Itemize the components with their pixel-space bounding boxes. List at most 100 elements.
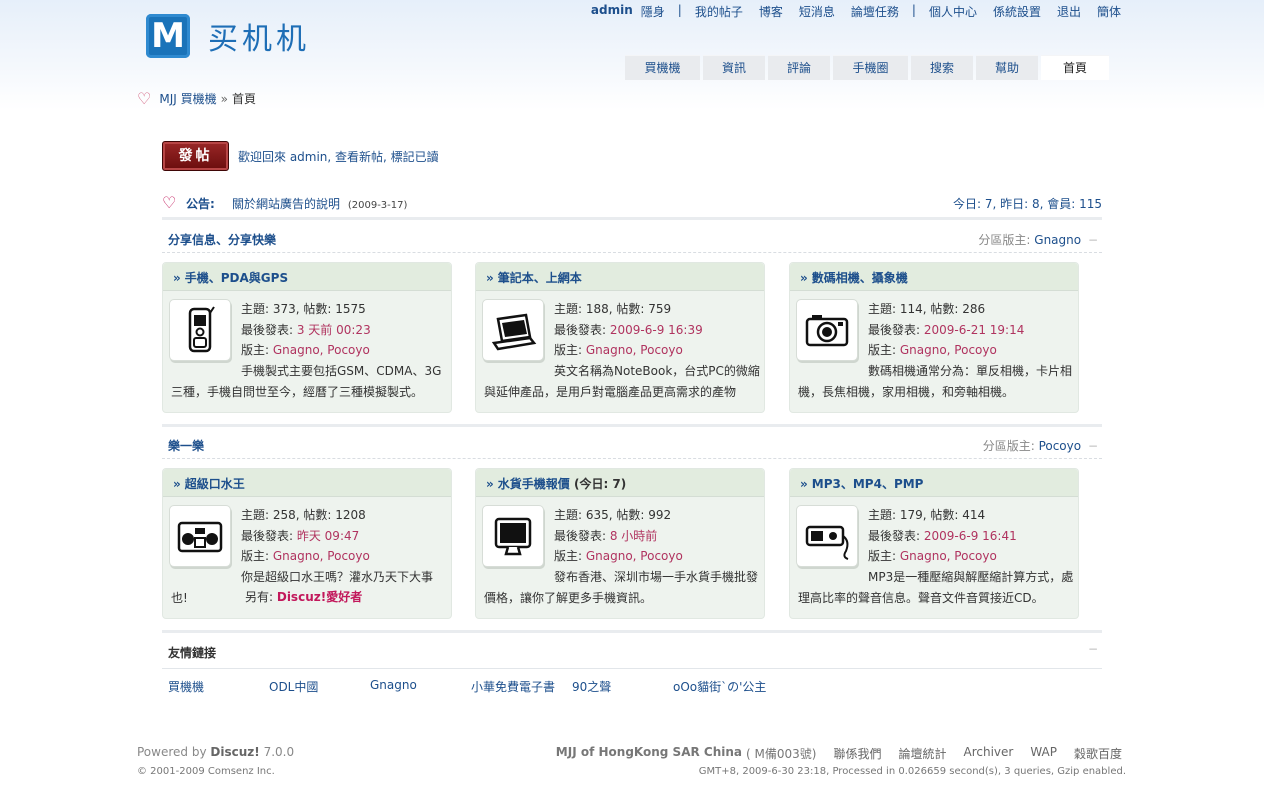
profile-center-link[interactable]: 個人中心 <box>929 3 977 20</box>
moderators-label: 版主: <box>554 343 586 357</box>
forum-last-post: 最後發表: 2009-6-9 16:39 <box>554 320 762 341</box>
forum-moderators: 版主: Gnagno, Pocoyo <box>554 546 762 567</box>
forum-stats: 主題: 373, 帖數: 1575 最後發表: 3 天前 00:23 版主: G… <box>241 299 449 361</box>
section-title[interactable]: 分享信息、分享快樂 <box>168 231 276 248</box>
moderators-links[interactable]: Gnagno, Pocoyo <box>586 549 683 563</box>
logo-text: 买机机 <box>208 22 310 57</box>
subforum-link[interactable]: Discuz!愛好者 <box>277 590 362 604</box>
wap-link[interactable]: WAP <box>1030 745 1057 762</box>
logout-link[interactable]: 退出 <box>1057 3 1081 20</box>
friend-link[interactable]: 買機機 <box>168 678 204 695</box>
forum-last-post: 最後發表: 2009-6-9 16:41 <box>868 526 1076 547</box>
forum-moderators: 版主: Gnagno, Pocoyo <box>241 546 449 567</box>
section-title[interactable]: 樂一樂 <box>168 437 204 454</box>
collapse-icon[interactable]: − <box>1088 439 1098 453</box>
site-name-link[interactable]: MJJ of HongKong SAR China <box>556 745 742 762</box>
moderator-name[interactable]: Gnagno <box>1034 233 1081 247</box>
last-post-link[interactable]: 2009-6-21 19:14 <box>924 323 1025 337</box>
forum-title[interactable]: » 數碼相機、攝象機 <box>790 263 1078 291</box>
moderators-links[interactable]: Gnagno, Pocoyo <box>586 343 683 357</box>
collapse-icon[interactable]: − <box>1088 642 1098 656</box>
breadcrumb: ♡ MJJ 買機機 » 首頁 <box>137 89 256 108</box>
moderators-label: 版主: <box>241 549 273 563</box>
discuz-link[interactable]: Discuz! <box>210 745 259 759</box>
my-posts-link[interactable]: 我的帖子 <box>695 3 743 20</box>
tasks-link[interactable]: 論壇任務 <box>851 3 899 20</box>
divider <box>162 424 1102 427</box>
moderators-links[interactable]: Gnagno, Pocoyo <box>900 343 997 357</box>
tab-home[interactable]: 首頁 <box>1041 55 1109 80</box>
forum-last-post: 最後發表: 8 小時前 <box>554 526 762 547</box>
blog-link[interactable]: 博客 <box>759 3 783 20</box>
last-post-label: 最後發表: <box>554 528 610 543</box>
forum-name[interactable]: 水貨手機報價 <box>498 477 570 491</box>
forum-stats: 主題: 114, 帖數: 286 最後發表: 2009-6-21 19:14 版… <box>868 299 1076 361</box>
laptop-icon[interactable] <box>482 299 544 361</box>
username-link[interactable]: admin <box>591 3 633 20</box>
tab-help[interactable]: 幫助 <box>976 55 1038 80</box>
forum-name[interactable]: 筆記本、上網本 <box>498 271 582 285</box>
moderator-name[interactable]: Pocoyo <box>1039 439 1082 453</box>
moderators-links[interactable]: Gnagno, Pocoyo <box>900 549 997 563</box>
tab-phone-circle[interactable]: 手機圈 <box>833 55 908 80</box>
user-menu: admin 隱身 | 我的帖子 博客 短消息 論壇任務 | 個人中心 係統設置 … <box>591 3 1121 20</box>
friend-link[interactable]: Gnagno <box>370 678 417 692</box>
welcome-text[interactable]: 歡迎回來 admin, 查看新帖, 標記已讀 <box>238 148 439 165</box>
contact-link[interactable]: 聯係我們 <box>833 745 881 762</box>
forum-title[interactable]: » 水貨手機報價 (今日: 7) <box>476 469 764 497</box>
last-post-link[interactable]: 2009-6-9 16:41 <box>924 529 1017 543</box>
mp3-player-icon[interactable] <box>796 505 858 567</box>
site-logo[interactable]: M 买机机 <box>146 14 310 58</box>
last-post-link[interactable]: 8 小時前 <box>610 529 657 543</box>
moderators-label: 版主: <box>241 343 273 357</box>
forum-title[interactable]: » 超級口水王 <box>163 469 451 497</box>
google-baidu-link[interactable]: 穀歌百度 <box>1074 745 1122 762</box>
moderators-links[interactable]: Gnagno, Pocoyo <box>273 343 370 357</box>
forum-name[interactable]: 手機、PDA與GPS <box>185 271 288 285</box>
friend-link[interactable]: ODL中國 <box>269 678 318 695</box>
forum-title[interactable]: » 手機、PDA與GPS <box>163 263 451 291</box>
last-post-link[interactable]: 3 天前 00:23 <box>297 323 371 337</box>
last-post-link[interactable]: 2009-6-9 16:39 <box>610 323 703 337</box>
divider <box>162 630 1102 633</box>
moderators-links[interactable]: Gnagno, Pocoyo <box>273 549 370 563</box>
simplified-chinese-link[interactable]: 簡体 <box>1097 3 1121 20</box>
forum-topics: 主題: 258, 帖數: 1208 <box>241 508 366 522</box>
forum-title[interactable]: » 筆記本、上網本 <box>476 263 764 291</box>
tab-reviews[interactable]: 評論 <box>768 55 830 80</box>
forum-stats: 主題: 188, 帖數: 759 最後發表: 2009-6-9 16:39 版主… <box>554 299 762 361</box>
new-post-button[interactable]: 發帖 <box>162 141 229 171</box>
section-moderator: 分區版主: Gnagno − <box>978 231 1098 248</box>
icp-link[interactable]: ( M備003號) <box>746 745 816 762</box>
last-post-label: 最後發表: <box>241 322 297 337</box>
last-post-link[interactable]: 昨天 09:47 <box>297 529 359 543</box>
section-moderator: 分區版主: Pocoyo − <box>983 437 1098 454</box>
forum-name[interactable]: 數碼相機、攝象機 <box>812 271 908 285</box>
forum-description: 發布香港、深圳市場一手水貨手機批發價格，讓你了解更多手機資訊。 <box>484 570 759 605</box>
friend-link[interactable]: 90之聲 <box>572 678 611 695</box>
monitor-icon[interactable] <box>482 505 544 567</box>
announcement-link[interactable]: 關於網站廣告的說明 <box>232 197 340 211</box>
camera-icon[interactable] <box>796 299 858 361</box>
hide-link[interactable]: 隱身 <box>641 3 665 20</box>
forum-last-post: 最後發表: 2009-6-21 19:14 <box>868 320 1076 341</box>
messages-link[interactable]: 短消息 <box>799 3 835 20</box>
friend-link[interactable]: oOo貓街ˋの'公主 <box>673 678 766 695</box>
settings-link[interactable]: 係統設置 <box>993 3 1041 20</box>
stereo-icon[interactable] <box>169 505 231 567</box>
tab-search[interactable]: 搜索 <box>911 55 973 80</box>
stats-link[interactable]: 論壇統計 <box>898 745 946 762</box>
forum-last-post: 最後發表: 3 天前 00:23 <box>241 320 449 341</box>
forum-title[interactable]: » MP3、MP4、PMP <box>790 469 1078 497</box>
forum-name[interactable]: MP3、MP4、PMP <box>812 477 924 491</box>
forum-description: MP3是一種壓縮與解壓縮計算方式，處理高比率的聲音信息。聲音文件音質接近CD。 <box>798 570 1074 605</box>
collapse-icon[interactable]: − <box>1088 233 1098 247</box>
friend-link[interactable]: 小華免費電子書 <box>471 678 555 695</box>
forum-name[interactable]: 超級口水王 <box>185 477 245 491</box>
tab-news[interactable]: 資訊 <box>703 55 765 80</box>
tab-maijiji[interactable]: 買機機 <box>625 55 700 80</box>
forum-stats: 主題: 179, 帖數: 414 最後發表: 2009-6-9 16:41 版主… <box>868 505 1076 567</box>
archiver-link[interactable]: Archiver <box>963 745 1013 762</box>
breadcrumb-root[interactable]: MJJ 買機機 <box>159 90 216 107</box>
phone-icon[interactable] <box>169 299 231 361</box>
